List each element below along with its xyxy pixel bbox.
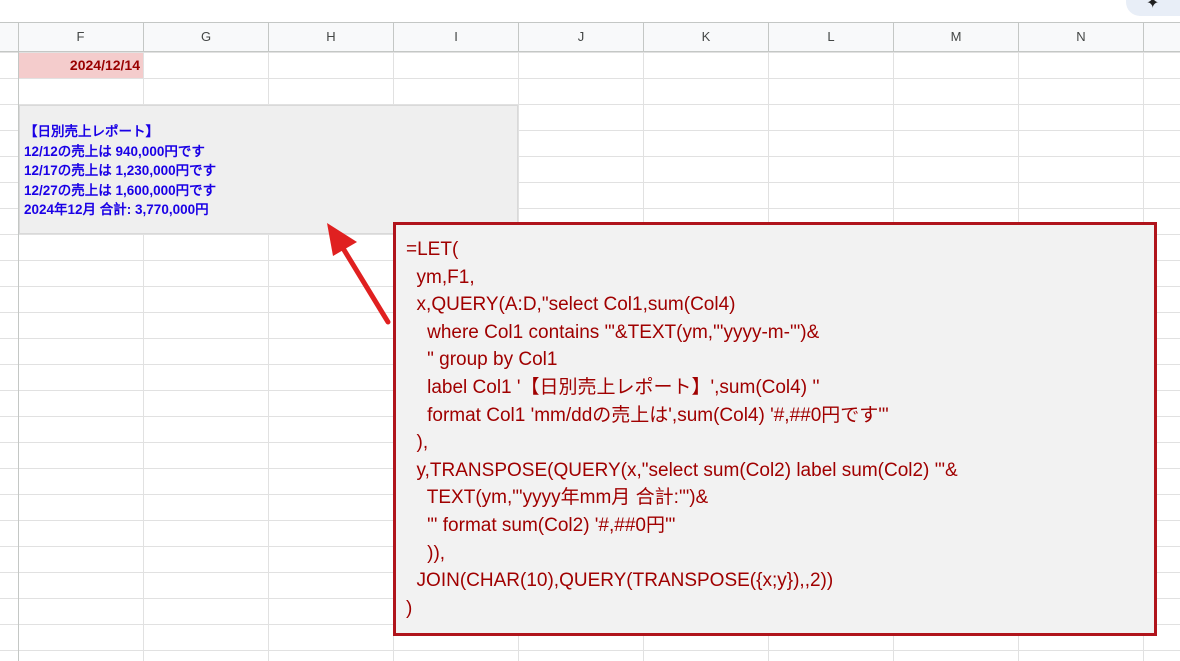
formula-line: y,TRANSPOSE(QUERY(x,"select sum(Col2) la… <box>406 459 958 481</box>
report-line: 12/27の売上は 1,600,000円です <box>24 182 217 198</box>
sparkle-icon: ✦ <box>1146 0 1160 12</box>
formula-line: label Col1 '【日別売上レポート】',sum(Col4) '' <box>406 376 820 398</box>
report-total-line: 2024年12月 合計: 3,770,000円 <box>24 202 209 217</box>
report-line: 12/17の売上は 1,230,000円です <box>24 163 217 178</box>
toolbar-strip: ✦ <box>0 0 1180 22</box>
column-header-j[interactable]: J <box>519 23 644 51</box>
formula-line: ) <box>406 597 413 619</box>
report-output-cell[interactable]: 【日別売上レポート】 12/12の売上は 940,000円です 12/17の売上… <box>19 105 518 234</box>
formula-line: JOIN(CHAR(10),QUERY(TRANSPOSE({x;y}),,2)… <box>406 570 834 592</box>
formula-line: =LET( <box>406 239 459 260</box>
report-lines: 【日別売上レポート】 12/12の売上は 940,000円です 12/17の売上… <box>24 122 216 220</box>
formula-line: where Col1 contains '"&TEXT(ym,"'yyyy-m-… <box>406 321 820 343</box>
formula-line: " group by Col1 <box>406 349 558 371</box>
column-header-o[interactable] <box>1144 23 1180 51</box>
formula-callout: =LET( ym,F1, x,QUERY(A:D,"select Col1,su… <box>393 222 1157 636</box>
formula-line: format Col1 'mm/ddの売上は',sum(Col4) '#,##0… <box>406 404 889 426</box>
report-line: 12/12の売上は 940,000円です <box>24 143 205 159</box>
formula-line: )), <box>406 542 446 564</box>
column-header-n[interactable]: N <box>1019 23 1144 51</box>
column-header-i[interactable]: I <box>394 23 519 51</box>
column-header-g[interactable]: G <box>144 23 269 51</box>
column-header-f[interactable]: F <box>18 23 144 51</box>
formula-line: ym,F1, <box>406 266 475 288</box>
formula-line: TEXT(ym,"'yyyy年mm月 合計:'")& <box>406 487 709 509</box>
column-header-l[interactable]: L <box>769 23 894 51</box>
column-header-k[interactable]: K <box>644 23 769 51</box>
formula-line: x,QUERY(A:D,"select Col1,sum(Col4) <box>406 294 736 316</box>
column-header-h[interactable]: H <box>269 23 394 51</box>
formula-line: "' format sum(Col2) '#,##0円'" <box>406 514 676 536</box>
spreadsheet-view: ✦ F G H I J K L M N 2024/12/14 【日別売上レポート… <box>0 0 1180 661</box>
formula-text: =LET( ym,F1, x,QUERY(A:D,"select Col1,su… <box>406 236 958 622</box>
date-cell-f1[interactable]: 2024/12/14 <box>19 53 143 78</box>
column-header-m[interactable]: M <box>894 23 1019 51</box>
formula-line: ), <box>406 432 429 454</box>
column-header: F G H I J K L M N <box>0 22 1180 52</box>
gemini-button[interactable]: ✦ <box>1126 0 1180 16</box>
report-title-line: 【日別売上レポート】 <box>24 124 159 139</box>
